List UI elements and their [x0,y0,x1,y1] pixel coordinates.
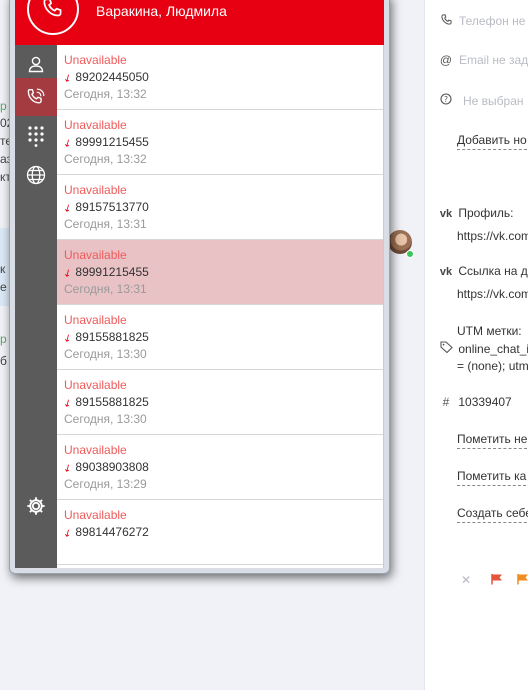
tag-icon [439,341,453,356]
mark-link-2[interactable]: Пометить ка [457,469,527,486]
call-list-item[interactable]: Unavailable ↙89155881825 Сегодня, 13:30 [57,305,383,370]
dialpad-icon [28,126,44,147]
utm-row: online_chat_i [439,341,528,356]
settings-button[interactable] [15,487,57,525]
web-tab[interactable] [15,156,57,194]
globe-icon [26,165,46,185]
email-field[interactable]: @ Email не зад [439,53,528,67]
red-flag-button[interactable] [491,573,503,588]
orange-flag-icon [517,574,528,585]
call-list-item[interactable]: Unavailable ↙89157513770 Сегодня, 13:31 [57,175,383,240]
vk-icon: vk [439,266,453,278]
call-button[interactable] [27,0,79,35]
chat-fragment: е [0,280,7,294]
user-icon [28,56,44,73]
phone-icon [43,0,62,17]
phone-field[interactable]: Телефон не [439,14,525,28]
create-link[interactable]: Создать себе [457,506,528,523]
question-circle-icon: ? [439,93,453,108]
call-history-tab[interactable] [15,78,57,116]
call-list-item[interactable]: Unavailable ↙89202445050 Сегодня, 13:32 [57,45,383,110]
dialog-row: vk Ссылка на ди [439,264,528,278]
phone-header: Варакина, Людмила [15,0,384,45]
add-number-link[interactable]: Добавить но [457,133,527,150]
customer-info-panel: Телефон не @ Email не зад ? Не выбран Доб… [424,0,528,690]
hash-icon: # [442,395,450,409]
id-row: # 10339407 [439,395,512,409]
call-history-list: Unavailable ↙89202445050 Сегодня, 13:32 … [57,45,384,568]
question-select[interactable]: ? Не выбран [439,93,524,108]
call-list-item-selected[interactable]: Unavailable ↙89991215455 Сегодня, 13:31 [57,240,383,305]
settings-icon [27,497,45,515]
phone-sidebar [15,45,57,568]
dialog-url-link[interactable]: https://vk.com [457,287,528,301]
call-list-item[interactable]: Unavailable ↙89991215455 Сегодня, 13:32 [57,110,383,175]
red-flag-icon [491,574,502,585]
dialpad-tab[interactable] [15,117,57,155]
profile-url-link[interactable]: https://vk.com [457,229,528,243]
orange-flag-button[interactable] [517,573,528,588]
profile-row: vk Профиль: [439,206,514,220]
phone-icon [439,14,453,28]
utm-label: UTM метки: [457,324,522,338]
call-list-item[interactable]: Unavailable ↙89038903808 Сегодня, 13:29 [57,435,383,500]
close-icon: ✕ [461,573,472,587]
clear-flag-button[interactable]: ✕ [461,573,471,587]
at-icon: @ [439,53,453,67]
online-status-dot [406,250,414,258]
call-list-item[interactable]: Unavailable ↙89155881825 Сегодня, 13:30 [57,370,383,435]
call-list-item[interactable]: Unavailable ↙89814476272 [57,500,383,565]
chat-fragment: б [0,354,7,368]
svg-text:?: ? [444,95,448,104]
vk-icon: vk [439,208,453,220]
utm-line: = (none); utm [457,359,528,373]
contact-name: Варакина, Людмила [96,3,227,19]
chat-fragment: к [0,262,6,276]
mark-link-1[interactable]: Пометить не [457,432,528,449]
chat-fragment: р [0,332,7,346]
chat-fragment: р [0,99,7,113]
call-history-icon [27,88,45,104]
phone-widget: Варакина, Людмила Unavailable ↙892024450… [9,0,390,574]
